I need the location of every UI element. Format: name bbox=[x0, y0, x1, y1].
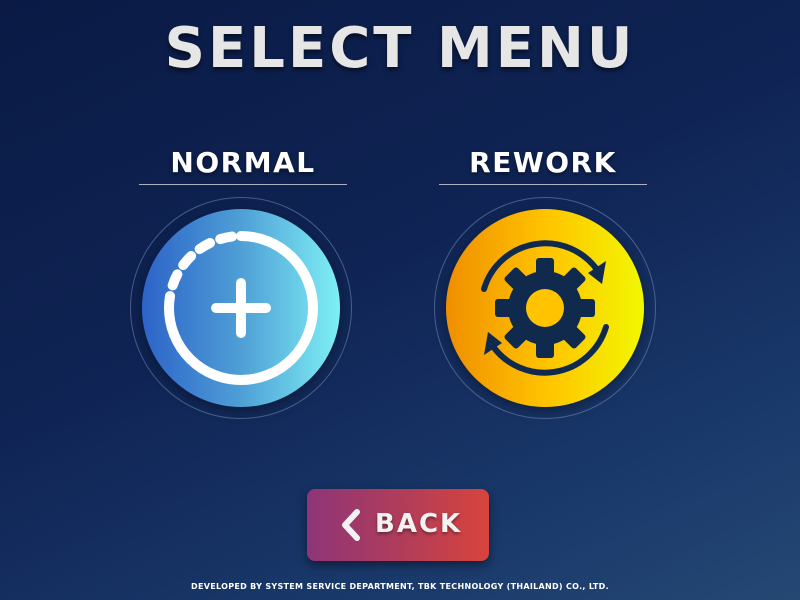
page-title: SELECT MENU bbox=[164, 16, 636, 81]
normal-menu-button[interactable] bbox=[142, 209, 340, 407]
gear-cycle-icon bbox=[481, 240, 609, 376]
chevron-left-icon bbox=[342, 509, 360, 541]
add-circle-icon bbox=[164, 231, 318, 385]
normal-label-divider bbox=[139, 184, 347, 185]
rework-menu-button[interactable] bbox=[446, 209, 644, 407]
back-button[interactable]: BACK bbox=[307, 489, 489, 561]
normal-option-label: NORMAL bbox=[170, 146, 316, 179]
rework-option-label: REWORK bbox=[469, 146, 617, 179]
footer-credit: DEVELOPED BY SYSTEM SERVICE DEPARTMENT, … bbox=[191, 582, 609, 591]
rework-label-divider bbox=[439, 184, 647, 185]
back-button-label: BACK bbox=[375, 509, 463, 539]
